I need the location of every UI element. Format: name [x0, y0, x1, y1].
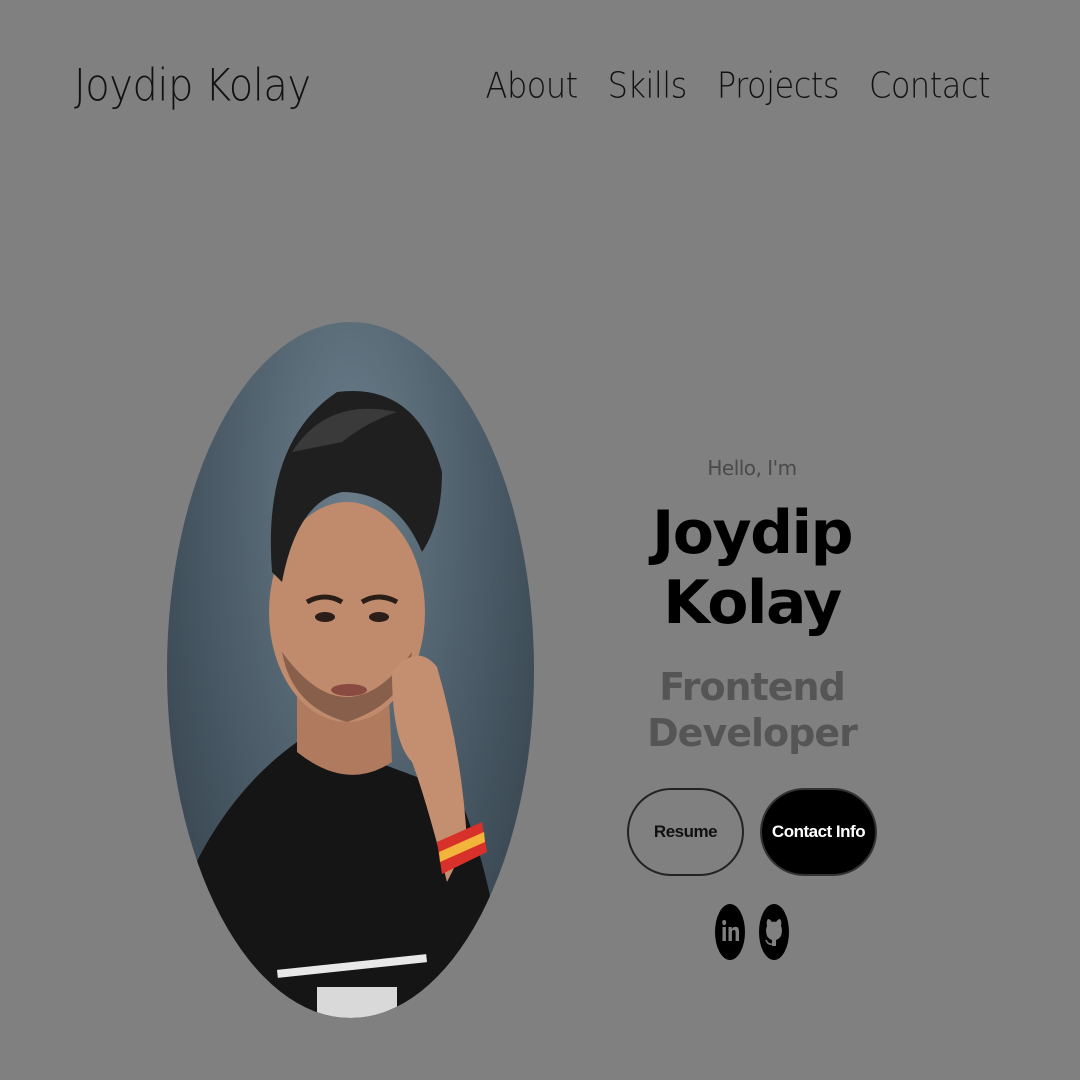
nav-link-projects[interactable]: Projects [717, 64, 840, 107]
greeting-text: Hello, I'm [707, 456, 797, 480]
linkedin-icon[interactable] [715, 904, 745, 960]
hero-buttons: Resume Contact Info [560, 788, 944, 876]
hero-name: Joydip Kolay [651, 498, 854, 638]
top-navigation: Joydip Kolay About Skills Projects Conta… [0, 58, 1080, 118]
github-icon[interactable] [759, 904, 789, 960]
profile-picture [167, 322, 534, 1018]
contact-info-button[interactable]: Contact Info [760, 788, 877, 876]
nav-link-skills[interactable]: Skills [608, 64, 688, 107]
hero-title: Frontend Developer [647, 665, 858, 755]
portfolio-page: Joydip Kolay About Skills Projects Conta… [0, 0, 1080, 1080]
site-logo[interactable]: Joydip Kolay [74, 60, 311, 112]
social-links [560, 904, 944, 960]
nav-link-about[interactable]: About [486, 64, 579, 107]
hero-section: Hello, I'm Joydip Kolay Frontend Develop… [560, 450, 944, 960]
nav-link-contact[interactable]: Contact [869, 64, 991, 107]
nav-links: About Skills Projects Contact [486, 64, 991, 107]
resume-button[interactable]: Resume [627, 788, 744, 876]
